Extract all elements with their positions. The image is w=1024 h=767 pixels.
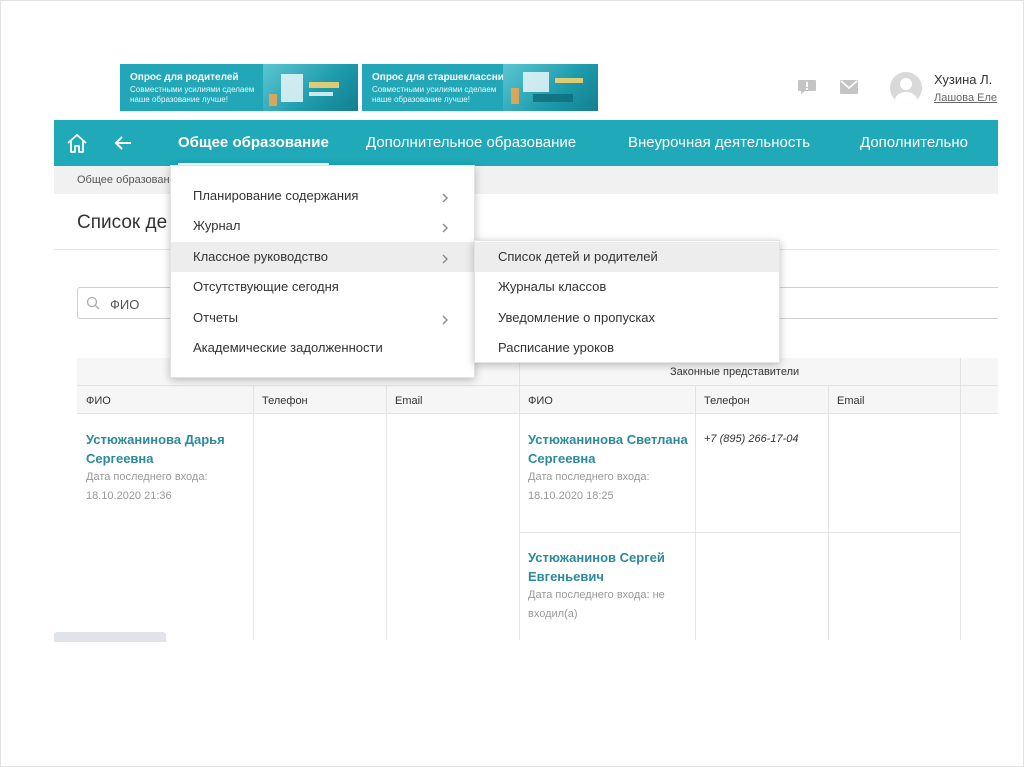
submenu-item-label: Расписание уроков xyxy=(498,340,615,355)
search-icon xyxy=(86,296,100,310)
menu-item-academic-debts[interactable]: Академические задолженности xyxy=(171,333,474,363)
col-header-student-email[interactable]: Email xyxy=(395,395,423,407)
menu-item-label: Отчеты xyxy=(193,310,238,325)
submenu-item-absence-notification[interactable]: Уведомление о пропусках xyxy=(475,303,779,333)
chevron-right-icon xyxy=(442,254,448,264)
collapsed-panel-tab[interactable] xyxy=(54,632,166,642)
col-header-student-phone[interactable]: Телефон xyxy=(262,395,308,407)
notification-icon[interactable] xyxy=(798,80,816,94)
col-header-parent-name[interactable]: ФИО xyxy=(528,395,553,407)
parent-phone[interactable]: +7 (895) 266-17-04 xyxy=(704,433,798,445)
parent-last-login: Дата последнего входа: 18.10.2020 18:25 xyxy=(528,471,650,502)
nav-tab-additional[interactable]: Дополнительно xyxy=(860,120,968,166)
col-header-parent-phone[interactable]: Телефон xyxy=(704,395,750,407)
back-arrow-icon[interactable] xyxy=(114,135,132,151)
col-header-student-name[interactable]: ФИО xyxy=(86,395,111,407)
nav-tab-extracurricular[interactable]: Внеурочная деятельность xyxy=(628,120,810,166)
menu-item-absent-today[interactable]: Отсутствующие сегодня xyxy=(171,272,474,302)
submenu-item-lesson-schedule[interactable]: Расписание уроков xyxy=(475,333,779,363)
submenu-item-label: Журналы классов xyxy=(498,279,607,294)
dropdown-menu: Планирование содержания Журнал Классное … xyxy=(170,165,475,378)
banner-illustration xyxy=(503,64,598,111)
user-name: Хузина Л. xyxy=(934,72,993,87)
column-divider xyxy=(695,386,696,640)
chevron-right-icon xyxy=(442,223,448,233)
parent-last-login: Дата последнего входа: не входил(а) xyxy=(528,589,665,620)
student-name-link[interactable]: Устюжанинова Дарья Сергеевна xyxy=(86,430,246,468)
students-parents-table: Законные представители ФИО Телефон Email… xyxy=(77,358,998,640)
group-label-guardians: Законные представители xyxy=(670,366,800,378)
parent-name-link[interactable]: Устюжанинова Светлана Сергеевна xyxy=(528,430,693,468)
main-nav: Общее образование Дополнительное образов… xyxy=(54,120,998,166)
menu-item-class-management[interactable]: Классное руководство xyxy=(171,242,474,272)
menu-item-content-planning[interactable]: Планирование содержания xyxy=(171,181,474,211)
breadcrumb[interactable]: Общее образован xyxy=(77,174,170,186)
chevron-right-icon xyxy=(442,193,448,203)
student-last-login: Дата последнего входа: 18.10.2020 21:36 xyxy=(86,471,208,502)
submenu: Список детей и родителей Журналы классов… xyxy=(474,240,780,363)
nav-tab-general-education[interactable]: Общее образование xyxy=(178,120,329,166)
column-divider xyxy=(960,358,961,640)
banner-subtitle: Совместными усилиями сделаем наше образо… xyxy=(130,85,255,104)
banner-illustration xyxy=(263,64,358,111)
banner-subtitle: Совместными усилиями сделаем наше образо… xyxy=(372,85,497,104)
col-header-parent-email[interactable]: Email xyxy=(837,395,865,407)
avatar[interactable] xyxy=(890,72,922,104)
row-divider xyxy=(519,532,960,533)
submenu-item-children-parents-list[interactable]: Список детей и родителей xyxy=(475,242,779,272)
menu-item-journal[interactable]: Журнал xyxy=(171,211,474,241)
column-divider xyxy=(519,358,520,640)
column-divider xyxy=(386,386,387,640)
mail-icon[interactable] xyxy=(840,80,858,94)
user-role-link[interactable]: Лашова Еле xyxy=(934,92,997,104)
menu-item-label: Академические задолженности xyxy=(193,340,383,355)
submenu-item-class-journals[interactable]: Журналы классов xyxy=(475,272,779,302)
menu-item-label: Журнал xyxy=(193,218,241,233)
menu-item-label: Отсутствующие сегодня xyxy=(193,279,339,294)
page-title: Список де xyxy=(77,212,168,233)
submenu-item-label: Уведомление о пропусках xyxy=(498,310,656,325)
menu-item-reports[interactable]: Отчеты xyxy=(171,303,474,333)
menu-item-label: Классное руководство xyxy=(193,249,329,264)
banner-students-survey[interactable]: Опрос для старшеклассников Совместными у… xyxy=(362,64,598,111)
banner-parents-survey[interactable]: Опрос для родителей Совместными усилиями… xyxy=(120,64,358,111)
column-divider xyxy=(253,386,254,640)
chevron-right-icon xyxy=(442,315,448,325)
banner-title: Опрос для старшеклассников xyxy=(372,72,522,83)
nav-tab-additional-education[interactable]: Дополнительное образование xyxy=(366,120,576,166)
submenu-item-label: Список детей и родителей xyxy=(498,249,658,264)
column-divider xyxy=(828,386,829,640)
banner-title: Опрос для родителей xyxy=(130,72,239,83)
menu-item-label: Планирование содержания xyxy=(193,188,359,203)
parent-name-link[interactable]: Устюжанинов Сергей Евгеньевич xyxy=(528,548,693,586)
home-icon[interactable] xyxy=(66,132,88,154)
